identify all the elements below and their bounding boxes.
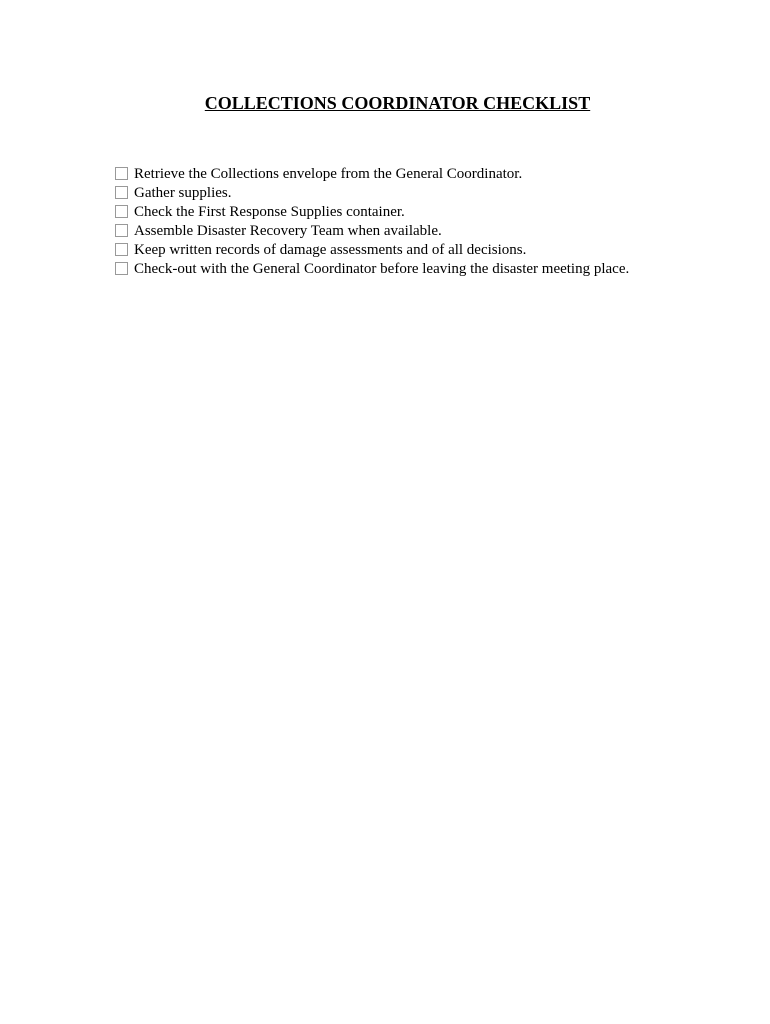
checkbox-icon[interactable] [115,224,128,237]
checklist-item-label: Retrieve the Collections envelope from t… [134,166,522,183]
checklist-item: Keep written records of damage assessmen… [115,242,710,259]
checkbox-icon[interactable] [115,243,128,256]
checklist-item-label: Keep written records of damage assessmen… [134,242,526,259]
checklist-item-label: Assemble Disaster Recovery Team when ava… [134,223,442,240]
checklist-item-label: Check-out with the General Coordinator b… [134,261,629,278]
checklist-item: Check-out with the General Coordinator b… [115,261,710,278]
checklist-item: Assemble Disaster Recovery Team when ava… [115,223,710,240]
checkbox-icon[interactable] [115,262,128,275]
page-title: COLLECTIONS COORDINATOR CHECKLIST [85,93,710,114]
checklist-item: Check the First Response Supplies contai… [115,204,710,221]
checklist-item-label: Gather supplies. [134,185,231,202]
checkbox-icon[interactable] [115,167,128,180]
document-page: COLLECTIONS COORDINATOR CHECKLIST Retrie… [0,0,770,278]
checkbox-icon[interactable] [115,186,128,199]
checklist-item-label: Check the First Response Supplies contai… [134,204,405,221]
checkbox-icon[interactable] [115,205,128,218]
checklist: Retrieve the Collections envelope from t… [115,166,710,278]
checklist-item: Gather supplies. [115,185,710,202]
checklist-item: Retrieve the Collections envelope from t… [115,166,710,183]
